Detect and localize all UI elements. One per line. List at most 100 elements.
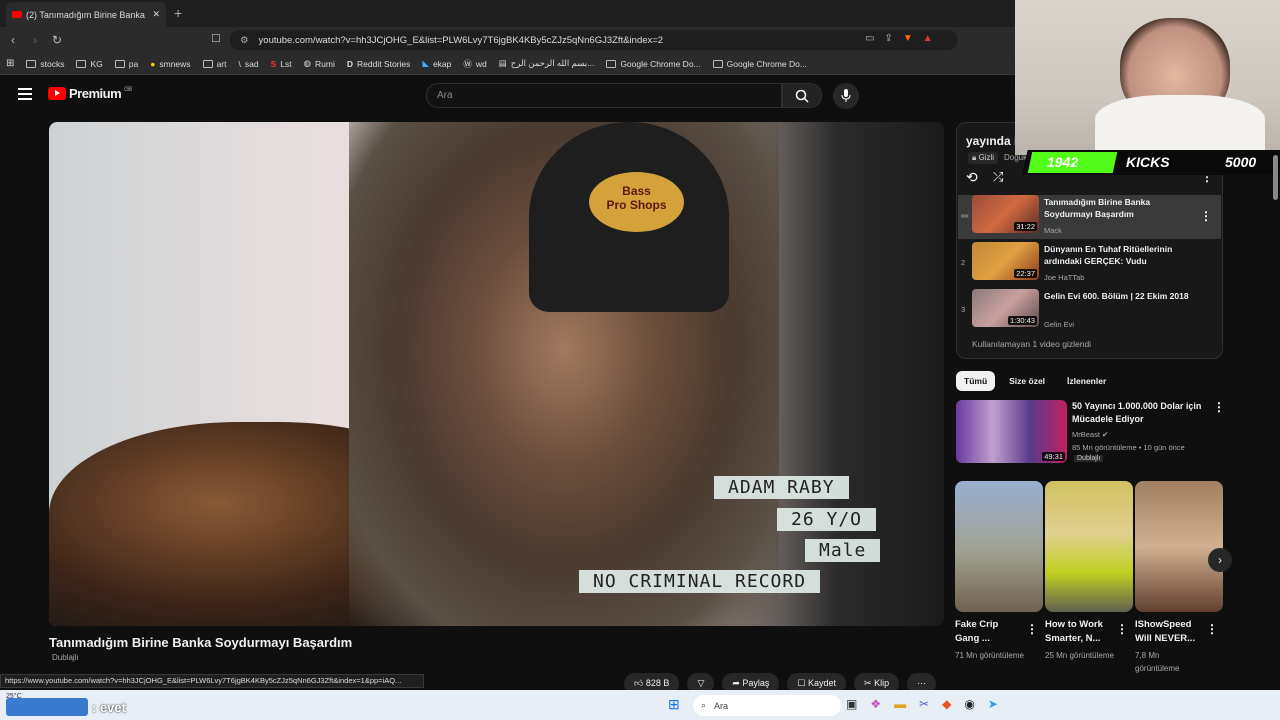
playlist-item[interactable]: 2 22:37 Dünyanın En Tuhaf Ritüellerinin … xyxy=(958,242,1221,287)
youtube-favicon-icon xyxy=(12,11,22,18)
bookmark-rumi[interactable]: ◍ Rumi xyxy=(304,58,335,69)
short-thumbnail[interactable] xyxy=(1135,481,1223,612)
address-bar[interactable]: ⚙ youtube.com/watch?v=hh3JCjOHG_E&list=P… xyxy=(230,30,958,50)
copilot-icon[interactable]: ❖ xyxy=(870,697,881,711)
bookmark-smnews[interactable]: ● smnews xyxy=(150,59,190,69)
channel-name: MrBeast xyxy=(1072,430,1100,439)
bookmark-sad[interactable]: \ sad xyxy=(238,59,258,69)
video-player[interactable]: Bass Pro Shops ADAM RABY 26 Y/O Male NO C… xyxy=(49,122,944,626)
brave-browser-icon[interactable]: ◆ xyxy=(942,697,951,711)
bookmark-reddit-stories[interactable]: D Reddit Stories xyxy=(347,59,411,69)
taskbar-apps: ▣ ❖ ▬ ✂ ◆ ◉ ➤ xyxy=(846,697,998,711)
recommended-video[interactable]: 49:31 50 Yayıncı 1.000.000 Dolar için Mü… xyxy=(956,400,1226,468)
folder-icon xyxy=(76,59,87,68)
page-icon: ▤ xyxy=(498,58,507,68)
playlist-item-channel: Joe HaTTab xyxy=(1044,273,1085,282)
new-tab-icon[interactable]: + xyxy=(174,5,182,21)
forward-icon[interactable]: › xyxy=(26,33,44,47)
tab-title: (2) Tanımadığım Birine Banka xyxy=(26,9,145,20)
short-menu-icon[interactable]: ⋮ xyxy=(1206,622,1218,636)
chip-all[interactable]: Tümü xyxy=(956,371,996,391)
smiley-icon: ● xyxy=(150,58,156,69)
short-title[interactable]: IShowSpeed Will NEVER... xyxy=(1135,618,1203,646)
overlay-sex: Male xyxy=(805,539,881,562)
site-info-icon[interactable]: ⚙ xyxy=(240,35,249,46)
cast-icon[interactable]: ▭ xyxy=(865,33,874,44)
bookmark-label: Google Chrome Do... xyxy=(726,58,807,69)
playlist-title[interactable]: yayında i xyxy=(966,134,1017,148)
duration: 1:30:43 xyxy=(1007,316,1037,325)
scissors-icon: ✂ xyxy=(864,678,875,688)
bookmark-pa[interactable]: pa xyxy=(114,58,139,69)
search-icon xyxy=(795,89,809,103)
hamburger-menu-icon[interactable] xyxy=(18,88,32,100)
short-title[interactable]: How to Work Smarter, N... xyxy=(1045,618,1113,646)
short-title[interactable]: Fake Crip Gang ... xyxy=(955,618,1023,646)
voice-search-button[interactable] xyxy=(833,83,859,109)
video-menu-icon[interactable]: ⋮ xyxy=(1213,400,1225,414)
windows-start-icon[interactable]: ⊞ xyxy=(668,696,680,713)
folder-icon xyxy=(606,59,617,68)
privacy-label: Gizli xyxy=(978,153,995,162)
bookmark-ekap[interactable]: ◣ ekap xyxy=(422,58,451,69)
bookmark-art[interactable]: art xyxy=(202,59,226,69)
playlist-item[interactable]: ═ 31:22 Tanımadığım Birine Banka Soydurm… xyxy=(958,195,1221,239)
bookmark-label: pa xyxy=(128,58,139,69)
short-menu-icon[interactable]: ⋮ xyxy=(1026,622,1038,636)
url-text: youtube.com/watch?v=hh3JCjOHG_E&list=PLW… xyxy=(258,34,664,46)
search-input[interactable]: Ara xyxy=(426,83,782,108)
shuffle-icon[interactable]: ⤮ xyxy=(993,169,1003,185)
close-tab-icon[interactable]: ✕ xyxy=(152,9,160,20)
bookmark-arabic[interactable]: ▤ بسم الله الرحمن الرح... xyxy=(499,58,595,69)
privacy-badge: 🔒︎ Gizli xyxy=(968,152,999,164)
loop-icon[interactable]: ⟲ xyxy=(966,169,978,186)
bookmark-star-icon[interactable]: ☐ xyxy=(211,32,221,45)
reload-icon[interactable]: ↻ xyxy=(48,33,66,47)
chip-for-you[interactable]: Size özel xyxy=(1001,371,1053,391)
browser-tab[interactable]: (2) Tanımadığım Birine Banka ✕ xyxy=(6,2,166,27)
task-view-icon[interactable]: ▣ xyxy=(846,697,857,711)
bookmark-kg[interactable]: KG xyxy=(76,59,103,69)
page-scrollbar[interactable] xyxy=(1273,155,1278,200)
apps-icon[interactable]: ⊞ xyxy=(6,58,14,69)
short-thumbnail[interactable] xyxy=(1045,481,1133,612)
short-views: 71 Mn görüntüleme xyxy=(955,651,1024,660)
short-menu-icon[interactable]: ⋮ xyxy=(1116,622,1128,636)
short-views: 7,8 Mn görüntüleme xyxy=(1135,651,1180,673)
playlist-item-title: Dünyanın En Tuhaf Ritüellerinin ardındak… xyxy=(1044,244,1173,266)
back-icon[interactable]: ‹ xyxy=(4,33,22,47)
playlist-item[interactable]: 3 1:30:43 Gelin Evi 600. Bölüm | 22 Ekim… xyxy=(958,289,1221,334)
brave-rewards-icon[interactable]: ▲ xyxy=(923,33,933,44)
bookmark-label: Lst xyxy=(280,58,292,69)
kicks-label: KICKS xyxy=(1126,154,1170,170)
bookmark-stocks[interactable]: stocks xyxy=(26,59,64,69)
short-thumbnail[interactable] xyxy=(955,481,1043,612)
file-explorer-icon[interactable]: ▬ xyxy=(894,697,906,711)
youtube-premium-logo[interactable]: Premium GB xyxy=(48,86,132,101)
obs-icon[interactable]: ◉ xyxy=(964,697,974,711)
duration: 22:37 xyxy=(1014,269,1037,278)
snipping-tool-icon[interactable]: ✂ xyxy=(919,697,929,711)
share-icon[interactable]: ⇪ xyxy=(884,33,892,44)
bookmark-lst[interactable]: S Lst xyxy=(271,59,292,69)
item-menu-icon[interactable]: ⋮ xyxy=(1200,209,1212,223)
bookmark-chrome-2[interactable]: Google Chrome Do... xyxy=(712,58,807,69)
bookmark-wd[interactable]: Ⓦwd xyxy=(463,58,486,70)
clip-label: Klip xyxy=(874,678,890,688)
save-label: Kaydet xyxy=(808,678,837,688)
chip-watched[interactable]: İzlenenler xyxy=(1059,371,1114,391)
overlay-age: 26 Y/O xyxy=(777,508,877,531)
bookmark-label: sad xyxy=(244,58,259,69)
folder-icon xyxy=(26,59,37,68)
verified-icon: ✔ xyxy=(1102,430,1109,439)
user-label-text: evet xyxy=(99,700,126,715)
telegram-icon[interactable]: ➤ xyxy=(988,697,998,711)
bookmark-chrome-1[interactable]: Google Chrome Do... xyxy=(606,59,701,69)
wikipedia-icon: Ⓦ xyxy=(463,58,472,69)
link-status-bar: https://www.youtube.com/watch?v=hh3JCjOH… xyxy=(0,674,424,688)
taskbar-search[interactable]: ⌕ Ara xyxy=(693,695,841,716)
search-button[interactable] xyxy=(782,83,822,108)
next-arrow-button[interactable]: › xyxy=(1208,548,1232,572)
drag-handle-icon[interactable]: ═ xyxy=(961,211,968,222)
brave-shield-icon[interactable]: ▼ xyxy=(903,33,913,44)
